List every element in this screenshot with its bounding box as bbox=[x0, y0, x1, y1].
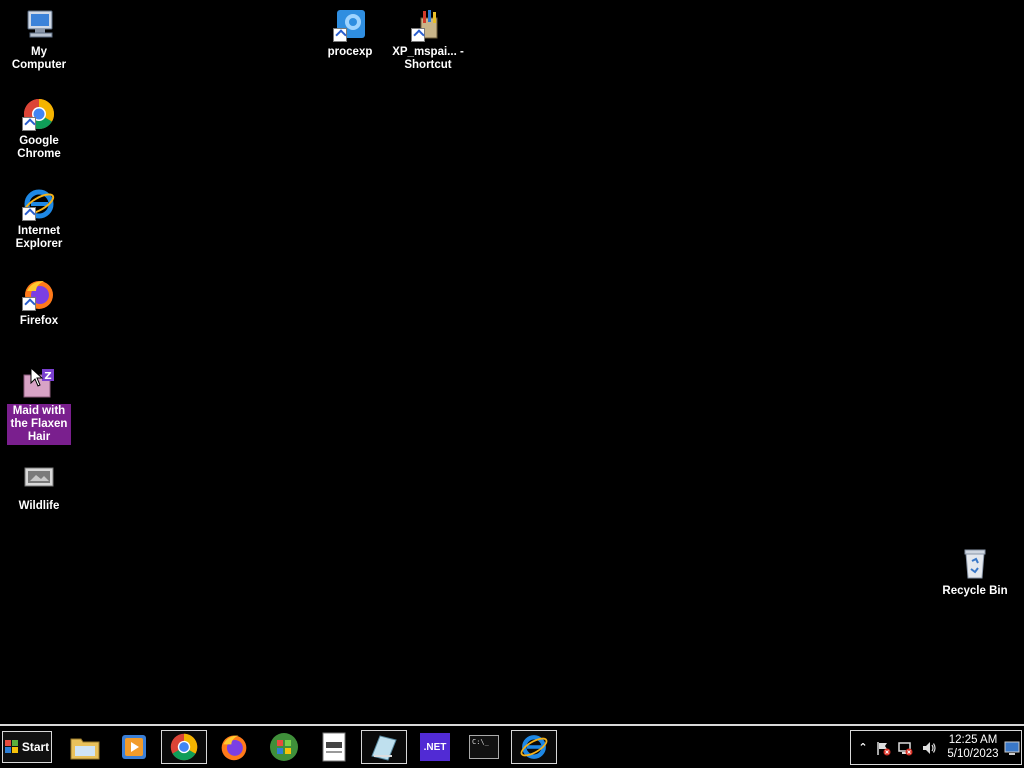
icon-label: procexp bbox=[327, 46, 373, 58]
icon-label: Google Chrome bbox=[17, 135, 61, 160]
taskbar-paint-window[interactable] bbox=[361, 730, 407, 764]
icon-label: Internet Explorer bbox=[15, 225, 63, 250]
taskbar-chrome[interactable] bbox=[161, 730, 207, 764]
desktop-icon-recycle-bin[interactable]: Recycle Bin bbox=[937, 547, 1013, 599]
taskbar-cmd[interactable]: C:\_ bbox=[461, 730, 507, 764]
dotnet-label: .NET bbox=[423, 741, 447, 753]
taskbar-notepad[interactable] bbox=[311, 730, 357, 764]
clock-time: 12:25 AM bbox=[948, 734, 998, 746]
start-button[interactable]: Start bbox=[2, 731, 52, 763]
recycle-bin-icon bbox=[958, 547, 992, 581]
desktop-icon-google-chrome[interactable]: Google Chrome bbox=[1, 97, 77, 162]
windows-logo-icon bbox=[270, 733, 298, 761]
taskbar-dotnet[interactable]: .NET bbox=[412, 730, 458, 764]
media-player-icon bbox=[122, 735, 146, 759]
video-file-icon bbox=[22, 462, 56, 496]
firefox-icon bbox=[22, 277, 56, 311]
cmd-label: C:\_ bbox=[472, 738, 489, 746]
taskbar-internet-explorer[interactable] bbox=[511, 730, 557, 764]
taskbar-media-player[interactable] bbox=[111, 730, 157, 764]
chrome-icon bbox=[170, 733, 198, 761]
volume-icon[interactable] bbox=[921, 740, 937, 756]
network-disconnected-icon[interactable] bbox=[897, 740, 913, 756]
chrome-icon bbox=[22, 97, 56, 131]
paint-brush-icon bbox=[371, 735, 397, 761]
folder-icon bbox=[70, 738, 100, 760]
icon-label: Wildlife bbox=[18, 500, 60, 512]
desktop-icon-procexp[interactable]: procexp bbox=[312, 8, 388, 60]
icon-label: Firefox bbox=[19, 315, 59, 327]
show-desktop-icon[interactable] bbox=[1004, 740, 1020, 756]
firefox-icon bbox=[221, 735, 247, 761]
icon-label: My Computer bbox=[11, 46, 67, 71]
clock[interactable]: 12:25 AM 5/10/2023 bbox=[945, 733, 1001, 761]
system-tray: ⌃ 12:25 AM 5/10/2023 bbox=[850, 730, 1022, 765]
taskbar-file-explorer[interactable] bbox=[62, 730, 108, 764]
cmd-icon: C:\_ bbox=[469, 735, 499, 759]
icon-label: Recycle Bin bbox=[942, 585, 1008, 597]
icon-label: XP_mspai... - Shortcut bbox=[392, 46, 464, 71]
taskbar: Start .NET C:\_ ⌃ 12:25 AM 5/10/2023 bbox=[0, 724, 1024, 768]
desktop: My Computer Google Chrome Internet Explo… bbox=[0, 0, 1024, 724]
desktop-icon-wildlife[interactable]: Wildlife bbox=[1, 462, 77, 514]
mouse-cursor-icon bbox=[30, 367, 44, 387]
start-label: Start bbox=[21, 740, 50, 754]
svg-text:Z: Z bbox=[44, 371, 51, 382]
icon-label: Maid with the Flaxen Hair bbox=[7, 404, 71, 445]
desktop-icon-internet-explorer[interactable]: Internet Explorer bbox=[1, 187, 77, 252]
desktop-icon-my-computer[interactable]: My Computer bbox=[1, 8, 77, 73]
ie-icon bbox=[520, 735, 548, 759]
windows-logo-icon bbox=[4, 740, 18, 753]
taskbar-firefox[interactable] bbox=[211, 730, 257, 764]
show-hidden-icons-chevron-up-icon[interactable]: ⌃ bbox=[855, 740, 871, 756]
computer-icon bbox=[22, 8, 56, 42]
document-icon bbox=[322, 732, 346, 762]
procexp-icon bbox=[333, 8, 367, 42]
taskbar-windows-media-center[interactable] bbox=[261, 730, 307, 764]
clock-date: 5/10/2023 bbox=[947, 748, 999, 760]
desktop-icon-firefox[interactable]: Firefox bbox=[1, 277, 77, 329]
desktop-icon-xp-mspaint-shortcut[interactable]: XP_mspai... - Shortcut bbox=[390, 8, 466, 73]
dotnet-icon: .NET bbox=[420, 733, 450, 761]
ie-icon bbox=[22, 187, 56, 221]
action-center-flag-icon[interactable] bbox=[875, 740, 891, 756]
paint-icon bbox=[411, 8, 445, 42]
